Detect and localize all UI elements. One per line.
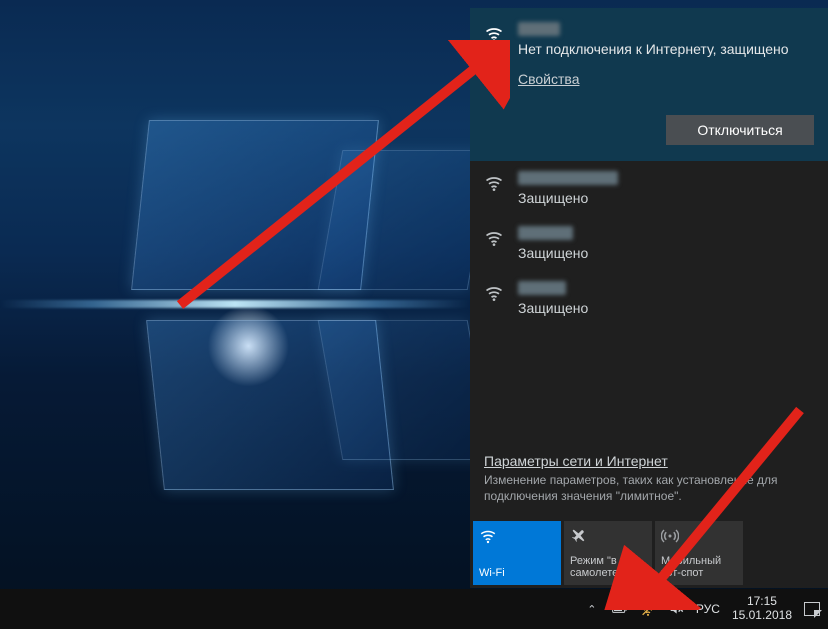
- hotspot-icon: [661, 527, 737, 545]
- language-indicator[interactable]: РУС: [696, 602, 720, 616]
- network-tray-icon[interactable]: [640, 601, 656, 617]
- network-flyout: Нет подключения к Интернету, защищено Св…: [470, 8, 828, 588]
- battery-icon[interactable]: [612, 601, 628, 617]
- clock[interactable]: 17:15 15.01.2018: [732, 595, 792, 623]
- network-status: Защищено: [518, 190, 814, 206]
- tray-overflow-icon[interactable]: ⌃: [584, 601, 600, 617]
- network-status: Защищено: [518, 245, 814, 261]
- ssid-label: [518, 22, 560, 36]
- wifi-icon: [484, 173, 504, 193]
- network-item[interactable]: Защищено: [470, 216, 828, 271]
- desktop-screen: Нет подключения к Интернету, защищено Св…: [0, 0, 828, 629]
- tile-wifi[interactable]: Wi-Fi: [473, 521, 561, 585]
- action-center-icon[interactable]: [804, 601, 820, 617]
- quick-action-tiles: Wi-Fi Режим "в самолете" Мобильный хот-с…: [470, 518, 828, 588]
- wifi-icon: [479, 527, 555, 545]
- clock-time: 17:15: [732, 595, 792, 609]
- airplane-icon: [570, 527, 646, 545]
- network-settings-footer: Параметры сети и Интернет Изменение пара…: [470, 445, 828, 516]
- connection-status: Нет подключения к Интернету, защищено: [518, 41, 814, 57]
- network-status: Защищено: [518, 300, 814, 316]
- taskbar: ⌃ РУС 17:15 15.01.2018: [0, 589, 828, 629]
- network-item[interactable]: Защищено: [470, 161, 828, 216]
- tile-label: Мобильный хот-спот: [661, 555, 737, 579]
- tile-mobile-hotspot[interactable]: Мобильный хот-спот: [655, 521, 743, 585]
- available-networks-list: Защищено Защищено Защищено: [470, 161, 828, 326]
- wifi-icon: [484, 24, 504, 44]
- ssid-label: [518, 281, 566, 295]
- system-tray: ⌃ РУС 17:15 15.01.2018: [584, 595, 820, 623]
- disconnect-button[interactable]: Отключиться: [666, 115, 814, 145]
- properties-link[interactable]: Свойства: [518, 71, 579, 87]
- network-item-connected[interactable]: Нет подключения к Интернету, защищено Св…: [470, 8, 828, 161]
- network-item[interactable]: Защищено: [470, 271, 828, 326]
- wallpaper-pane: [318, 150, 493, 290]
- tile-label: Wi-Fi: [479, 567, 555, 579]
- wifi-icon: [484, 283, 504, 303]
- tile-airplane-mode[interactable]: Режим "в самолете": [564, 521, 652, 585]
- wifi-icon: [484, 228, 504, 248]
- volume-icon[interactable]: [668, 601, 684, 617]
- ssid-label: [518, 226, 573, 240]
- wallpaper-beam: [0, 300, 470, 308]
- tile-label: Режим "в самолете": [570, 555, 646, 579]
- ssid-label: [518, 171, 618, 185]
- network-settings-description: Изменение параметров, таких как установл…: [484, 472, 814, 504]
- network-settings-link[interactable]: Параметры сети и Интернет: [484, 453, 668, 469]
- wallpaper-pane: [318, 320, 493, 460]
- clock-date: 15.01.2018: [732, 609, 792, 623]
